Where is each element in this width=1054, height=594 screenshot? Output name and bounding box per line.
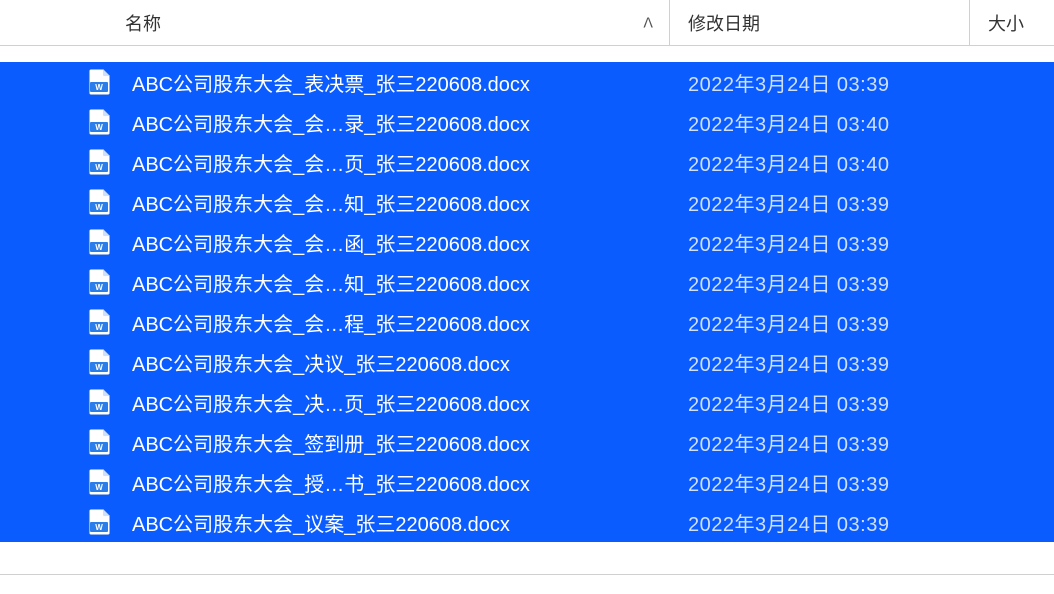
svg-text:W: W [95, 323, 103, 332]
file-row[interactable]: W ABC公司股东大会_议案_张三220608.docx2022年3月24日 0… [0, 502, 1054, 542]
footer-divider [0, 574, 1054, 575]
file-name-label: ABC公司股东大会_授…书_张三220608.docx [132, 468, 530, 497]
file-name-label: ABC公司股东大会_签到册_张三220608.docx [132, 428, 530, 457]
file-date-label: 2022年3月24日 03:39 [670, 388, 970, 417]
file-row-name-cell: W ABC公司股东大会_会…知_张三220608.docx [0, 188, 670, 217]
column-header-size-label: 大小 [988, 10, 1024, 36]
file-row-name-cell: W ABC公司股东大会_会…录_张三220608.docx [0, 108, 670, 137]
file-row-name-cell: W ABC公司股东大会_决议_张三220608.docx [0, 348, 670, 377]
file-row-name-cell: W ABC公司股东大会_会…程_张三220608.docx [0, 308, 670, 337]
word-document-icon: W [88, 109, 110, 135]
sort-ascending-icon: ᐱ [643, 14, 653, 31]
file-list: W ABC公司股东大会_表决票_张三220608.docx2022年3月24日 … [0, 46, 1054, 558]
file-row[interactable]: W ABC公司股东大会_会…函_张三220608.docx2022年3月24日 … [0, 222, 1054, 262]
svg-text:W: W [95, 203, 103, 212]
column-header-row: 名称 ᐱ 修改日期 大小 [0, 0, 1054, 46]
file-name-label: ABC公司股东大会_决议_张三220608.docx [132, 348, 510, 377]
svg-text:W: W [95, 483, 103, 492]
svg-text:W: W [95, 83, 103, 92]
file-name-label: ABC公司股东大会_会…函_张三220608.docx [132, 228, 530, 257]
file-row[interactable]: W ABC公司股东大会_会…知_张三220608.docx2022年3月24日 … [0, 262, 1054, 302]
word-document-icon: W [88, 509, 110, 535]
file-row-name-cell: W ABC公司股东大会_签到册_张三220608.docx [0, 428, 670, 457]
svg-text:W: W [95, 163, 103, 172]
file-name-label: ABC公司股东大会_议案_张三220608.docx [132, 508, 510, 537]
file-date-label: 2022年3月24日 03:40 [670, 108, 970, 137]
file-row[interactable]: W ABC公司股东大会_会…页_张三220608.docx2022年3月24日 … [0, 142, 1054, 182]
file-row[interactable]: W ABC公司股东大会_授…书_张三220608.docx2022年3月24日 … [0, 462, 1054, 502]
file-row[interactable]: W ABC公司股东大会_会…知_张三220608.docx2022年3月24日 … [0, 182, 1054, 222]
svg-text:W: W [95, 123, 103, 132]
file-date-label: 2022年3月24日 03:39 [670, 308, 970, 337]
file-name-label: ABC公司股东大会_会…页_张三220608.docx [132, 148, 530, 177]
file-row-name-cell: W ABC公司股东大会_议案_张三220608.docx [0, 508, 670, 537]
file-date-label: 2022年3月24日 03:39 [670, 508, 970, 537]
word-document-icon: W [88, 189, 110, 215]
file-date-label: 2022年3月24日 03:39 [670, 468, 970, 497]
file-row-name-cell: W ABC公司股东大会_会…函_张三220608.docx [0, 228, 670, 257]
file-row[interactable]: W ABC公司股东大会_签到册_张三220608.docx2022年3月24日 … [0, 422, 1054, 462]
file-date-label: 2022年3月24日 03:39 [670, 268, 970, 297]
file-date-label: 2022年3月24日 03:39 [670, 348, 970, 377]
word-document-icon: W [88, 309, 110, 335]
word-document-icon: W [88, 469, 110, 495]
svg-text:W: W [95, 523, 103, 532]
file-name-label: ABC公司股东大会_决…页_张三220608.docx [132, 388, 530, 417]
svg-text:W: W [95, 403, 103, 412]
file-row[interactable]: W ABC公司股东大会_决议_张三220608.docx2022年3月24日 0… [0, 342, 1054, 382]
word-document-icon: W [88, 269, 110, 295]
file-row-name-cell: W ABC公司股东大会_决…页_张三220608.docx [0, 388, 670, 417]
file-date-label: 2022年3月24日 03:39 [670, 228, 970, 257]
file-name-label: ABC公司股东大会_会…知_张三220608.docx [132, 188, 530, 217]
column-header-date[interactable]: 修改日期 [670, 0, 970, 45]
column-header-size[interactable]: 大小 [970, 0, 1054, 45]
file-row-name-cell: W ABC公司股东大会_会…页_张三220608.docx [0, 148, 670, 177]
file-row[interactable]: W ABC公司股东大会_会…程_张三220608.docx2022年3月24日 … [0, 302, 1054, 342]
file-name-label: ABC公司股东大会_表决票_张三220608.docx [132, 68, 530, 97]
file-name-label: ABC公司股东大会_会…录_张三220608.docx [132, 108, 530, 137]
file-name-label: ABC公司股东大会_会…知_张三220608.docx [132, 268, 530, 297]
word-document-icon: W [88, 149, 110, 175]
word-document-icon: W [88, 429, 110, 455]
svg-text:W: W [95, 243, 103, 252]
file-row[interactable]: W ABC公司股东大会_决…页_张三220608.docx2022年3月24日 … [0, 382, 1054, 422]
column-header-name-label: 名称 [125, 10, 161, 36]
file-row-name-cell: W ABC公司股东大会_授…书_张三220608.docx [0, 468, 670, 497]
file-name-label: ABC公司股东大会_会…程_张三220608.docx [132, 308, 530, 337]
column-header-name[interactable]: 名称 ᐱ [0, 0, 670, 45]
svg-text:W: W [95, 283, 103, 292]
file-row[interactable]: W ABC公司股东大会_表决票_张三220608.docx2022年3月24日 … [0, 62, 1054, 102]
file-row-name-cell: W ABC公司股东大会_表决票_张三220608.docx [0, 68, 670, 97]
word-document-icon: W [88, 349, 110, 375]
svg-text:W: W [95, 443, 103, 452]
svg-text:W: W [95, 363, 103, 372]
file-date-label: 2022年3月24日 03:40 [670, 148, 970, 177]
word-document-icon: W [88, 389, 110, 415]
column-header-date-label: 修改日期 [688, 10, 760, 36]
file-row-name-cell: W ABC公司股东大会_会…知_张三220608.docx [0, 268, 670, 297]
file-row[interactable]: W ABC公司股东大会_会…录_张三220608.docx2022年3月24日 … [0, 102, 1054, 142]
word-document-icon: W [88, 229, 110, 255]
file-date-label: 2022年3月24日 03:39 [670, 68, 970, 97]
word-document-icon: W [88, 69, 110, 95]
file-date-label: 2022年3月24日 03:39 [670, 428, 970, 457]
file-date-label: 2022年3月24日 03:39 [670, 188, 970, 217]
